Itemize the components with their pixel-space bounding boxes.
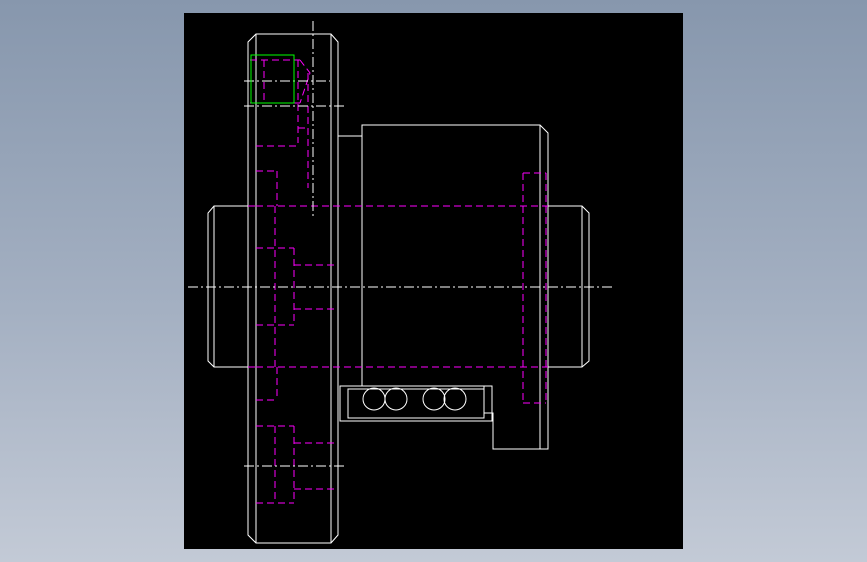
ball-pocket-outer [339, 385, 493, 422]
cad-viewport[interactable] [184, 13, 683, 549]
step-collar [338, 135, 363, 368]
ball-1 [362, 387, 386, 411]
part-drawing [188, 21, 612, 544]
hidden-lines [248, 59, 548, 504]
visible-edges [207, 33, 590, 544]
ball-2 [384, 387, 408, 411]
flange-outline [247, 33, 339, 544]
ball-4 [443, 387, 467, 411]
ball-pocket-inner [347, 388, 485, 419]
selection-highlight [250, 54, 295, 104]
selected-pocket [250, 54, 295, 104]
ball-3 [422, 387, 446, 411]
